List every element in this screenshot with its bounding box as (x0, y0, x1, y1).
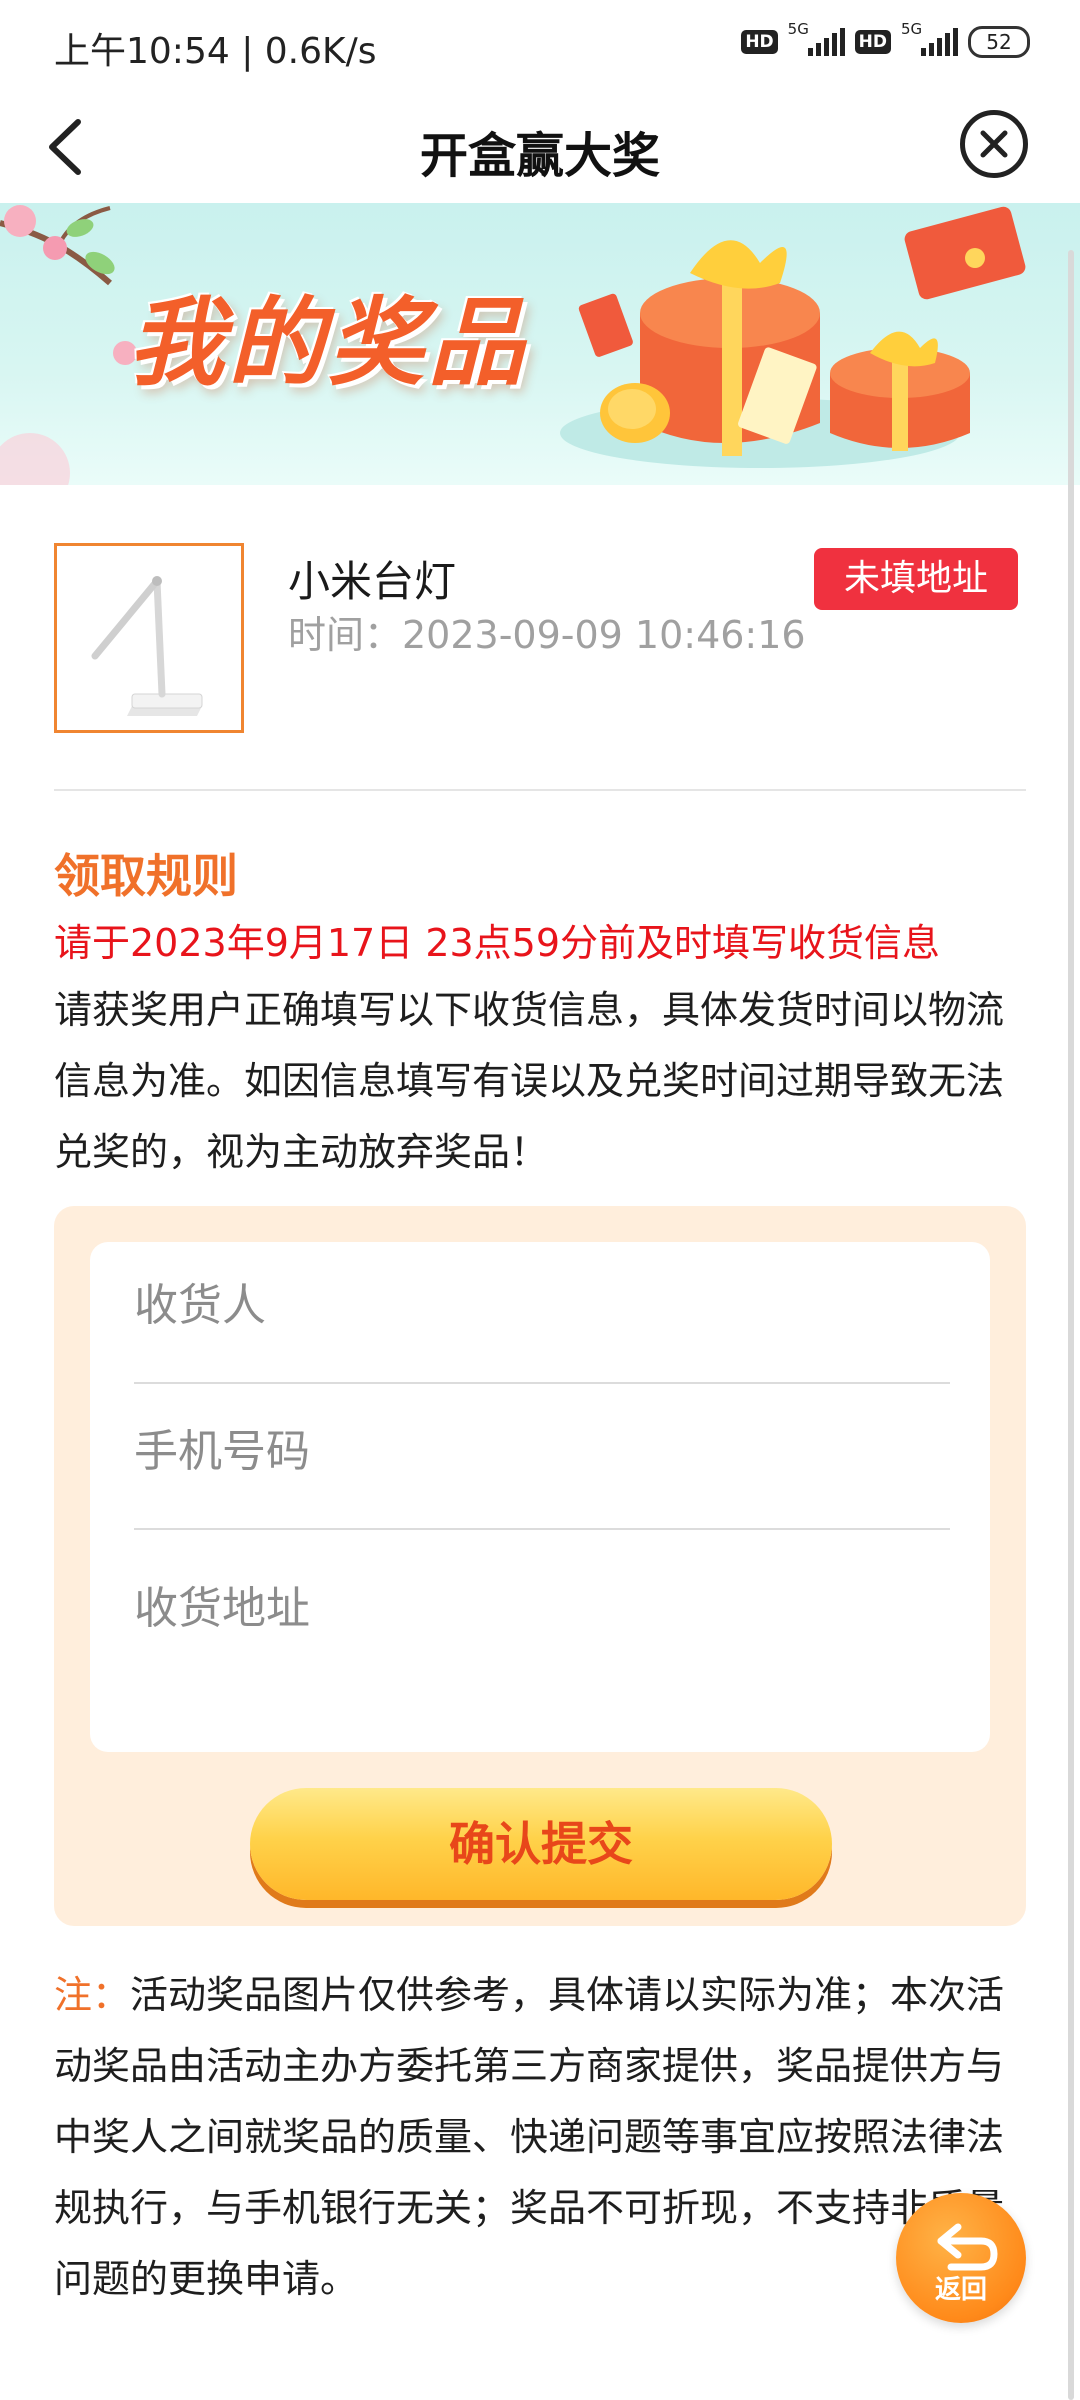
rules-body: 请获奖用户正确填写以下收货信息，具体发货时间以物流信息为准。如因信息填写有误以及… (54, 988, 1005, 1174)
page-title: 开盒赢大奖 (419, 128, 660, 184)
banner-title: 我的奖品 (128, 286, 528, 399)
prize-time: 时间：2023-09-09 10:46:16 (288, 613, 806, 657)
network-type-2: 5G (901, 20, 923, 38)
signal-icon: 5G (788, 20, 845, 56)
phone-field-wrap (134, 1388, 950, 1530)
status-badge: 未填地址 (814, 548, 1018, 610)
divider (54, 789, 1026, 791)
form-card (90, 1242, 990, 1752)
status-bar: 上午10:54 | 0.6K/s HD 5G HD 5G 52 (0, 0, 1080, 92)
note-lead: 注： (54, 1973, 131, 2017)
battery-icon: 52 (968, 26, 1030, 58)
rules-title: 领取规则 (54, 849, 238, 903)
rules-deadline: 请于2023年9月17日 23点59分前及时填写收货信息 (54, 921, 941, 965)
disclaimer-note: 注：活动奖品图片仅供参考，具体请以实际为准；本次活动奖品由活动主办方委托第三方商… (54, 1960, 1034, 2315)
close-button[interactable] (960, 110, 1028, 178)
floating-return-label: 返回 (934, 2275, 987, 2305)
prize-name: 小米台灯 (288, 557, 457, 606)
hd-badge: HD (741, 30, 778, 54)
shipping-form: 确认提交 (54, 1206, 1026, 1926)
nav-header: 开盒赢大奖 (0, 92, 1080, 202)
status-time: 上午10:54 | 0.6K/s (54, 31, 377, 72)
signal-icon-2: 5G (901, 20, 958, 56)
prize-image[interactable] (54, 543, 244, 733)
address-field-wrap (134, 1534, 950, 1704)
recipient-field-wrap (134, 1242, 950, 1384)
prize-banner: 我的奖品 (0, 203, 1080, 485)
hd-badge-2: HD (854, 30, 891, 54)
note-text: 活动奖品图片仅供参考，具体请以实际为准；本次活动奖品由活动主办方委托第三方商家提… (54, 1973, 1005, 2301)
desk-lamp-image (91, 576, 203, 716)
status-icons: HD 5G HD 5G 52 (741, 20, 1030, 58)
close-circle-icon (980, 130, 1008, 158)
address-input[interactable] (134, 1572, 950, 1692)
scrollbar[interactable] (1068, 250, 1074, 2400)
recipient-input[interactable] (134, 1280, 950, 1331)
network-type: 5G (787, 20, 809, 38)
floating-return-button[interactable]: 返回 (896, 2193, 1026, 2323)
return-arrow-icon (937, 2223, 998, 2271)
phone-input[interactable] (134, 1426, 950, 1477)
submit-button[interactable]: 确认提交 (250, 1788, 832, 1900)
